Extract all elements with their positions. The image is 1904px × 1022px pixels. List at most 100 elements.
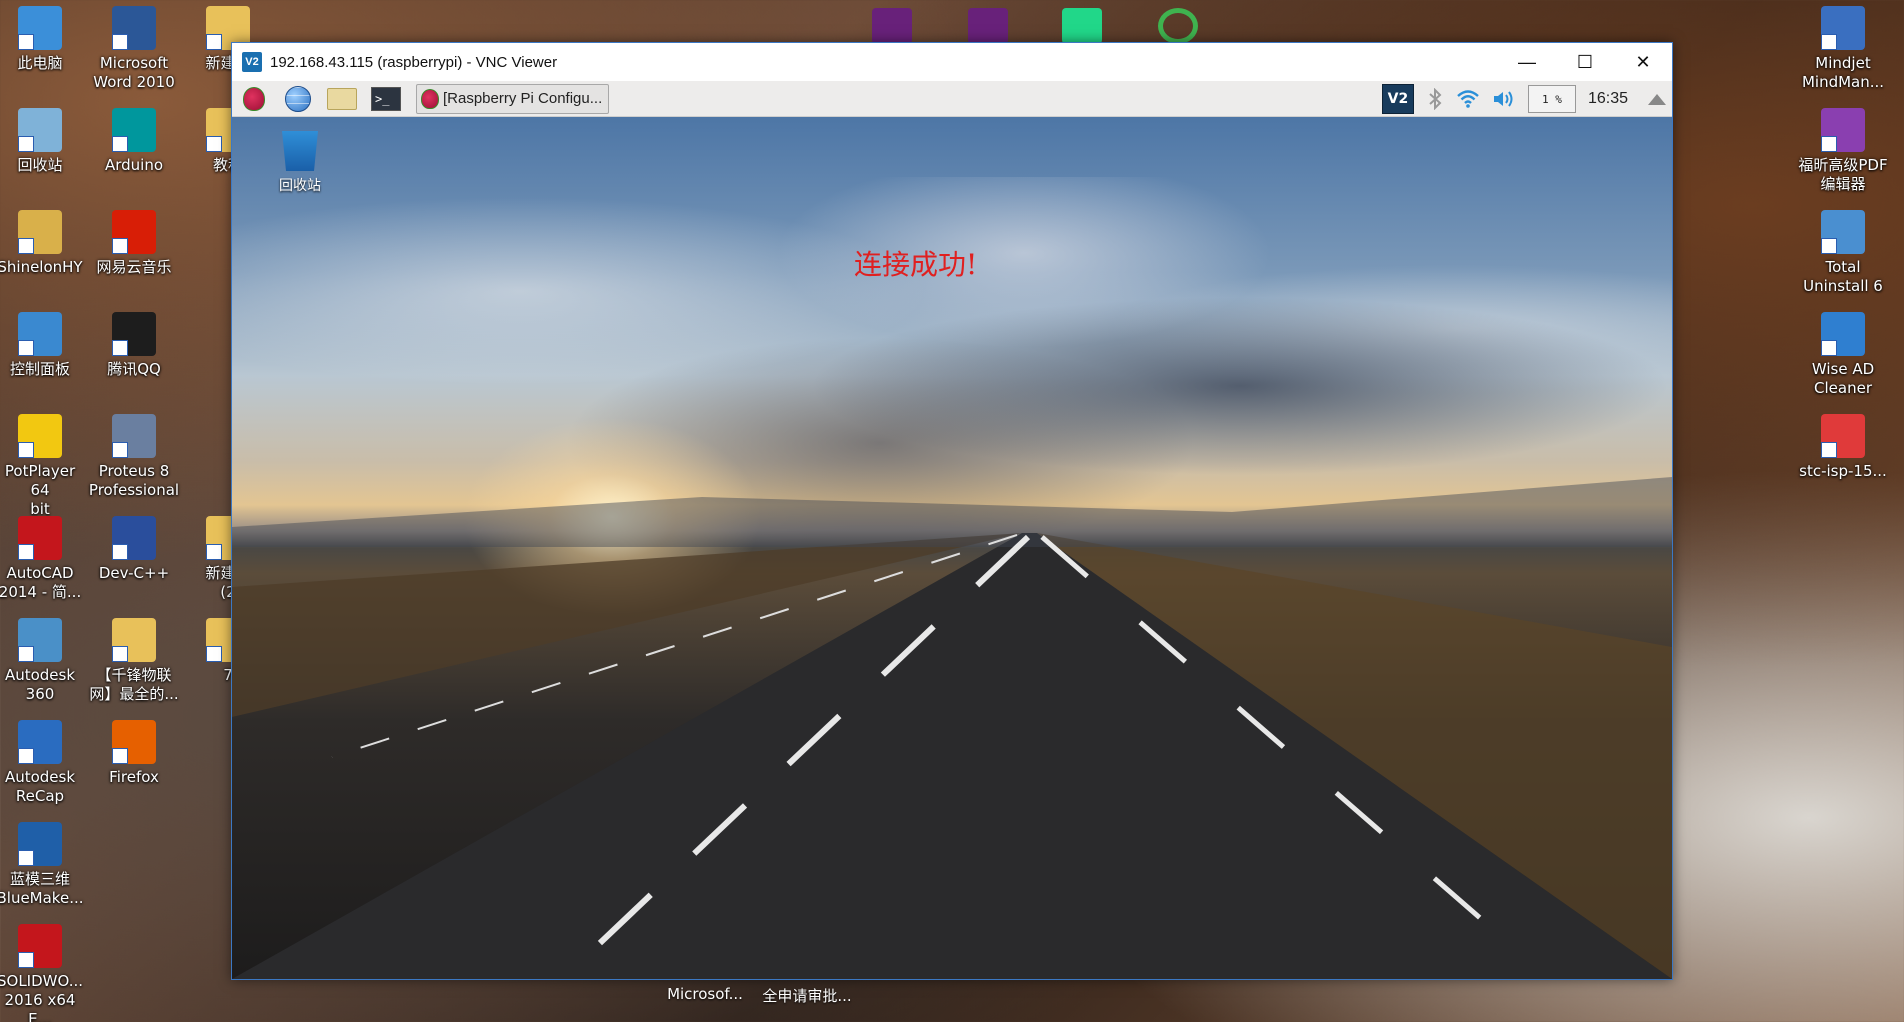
desktop-icon-label: 【千锋物联 网】最全的... [89,666,179,703]
green-ring-icon[interactable] [1158,8,1198,44]
desktop-icon-label: Microsoft Word 2010 [93,54,175,91]
desktop-icon-label: 此电脑 [17,54,63,72]
raspberry-pi-panel: >_ [Raspberry Pi Configu... V2 1 % 16:35 [232,81,1672,117]
desktop-icon-label: ShinelonHY [0,258,83,276]
desktop-icon-label[interactable]: 全申请审批... [752,985,862,1006]
desktop-icon-label: Arduino [104,156,164,174]
cpu-usage-monitor[interactable]: 1 % [1527,85,1576,113]
mindmanager-icon [1821,6,1865,50]
foxit-pdf-icon [1821,108,1865,152]
potplayer-icon [18,414,62,458]
desktop-icon[interactable]: Autodesk ReCap [0,720,86,806]
desktop-icon[interactable]: Microsoft Word 2010 [88,6,180,92]
eject-icon[interactable] [1648,93,1666,105]
desktop-icon-label: 腾讯QQ [107,360,161,378]
remote-desktop-view[interactable]: 回收站 连接成功! [232,117,1672,979]
autocad-icon [18,516,62,560]
recap-icon [18,720,62,764]
globe-icon [285,85,311,112]
desktop-icon[interactable]: 回收站 [0,108,86,175]
wise-ad-cleaner-icon [1821,312,1865,356]
trash-icon [282,131,318,171]
web-browser-button[interactable] [280,84,316,114]
desktop-icon[interactable]: Dev-C++ [88,516,180,583]
desktop-icon[interactable]: ShinelonHY [0,210,86,277]
visual-studio-icon[interactable] [968,8,1008,44]
desktop-icon[interactable]: Proteus 8 Professional [88,414,180,500]
desktop-icon[interactable]: 网易云音乐 [88,210,180,277]
pycharm-icon[interactable] [1062,8,1102,44]
desktop-icon[interactable]: Autodesk 360 [0,618,86,704]
volume-icon[interactable] [1492,89,1516,109]
desktop-icon-label: Wise AD Cleaner [1811,360,1875,397]
taskbar-window-label: [Raspberry Pi Configu... [443,90,603,107]
terminal-button[interactable]: >_ [368,84,404,114]
desktop-icon-label: stc-isp-15... [1799,462,1887,480]
window-titlebar[interactable]: V2 192.168.43.115 (raspberrypi) - VNC Vi… [232,43,1672,81]
desktop-icon-label: 网易云音乐 [96,258,172,276]
vnc-viewer-window: V2 192.168.43.115 (raspberrypi) - VNC Vi… [231,42,1673,980]
raspberry-icon [421,88,439,109]
visual-studio-blend-icon[interactable] [872,8,912,44]
wifi-icon[interactable] [1456,89,1480,109]
folder-icon [112,618,156,662]
desktop-icon-label: SOLIDWO... 2016 x64 E... [0,972,83,1022]
desktop-icon[interactable]: stc-isp-15... [1797,414,1889,481]
clock[interactable]: 16:35 [1588,90,1628,108]
desktop-icon-label: Dev-C++ [98,564,170,582]
folder-icon [327,87,357,110]
total-uninstall-icon [1821,210,1865,254]
autodesk360-icon [18,618,62,662]
desktop-icon-label: PotPlayer 64 bit [4,462,76,518]
netease-music-icon [112,210,156,254]
vnc-server-tray-icon[interactable]: V2 [1381,84,1414,114]
minimize-button[interactable]: — [1498,43,1556,81]
bluetooth-icon[interactable] [1426,88,1444,110]
desktop-icon[interactable]: 腾讯QQ [88,312,180,379]
close-button[interactable]: ✕ [1614,43,1672,81]
arduino-icon [112,108,156,152]
desktop-icon-label: Firefox [109,768,159,786]
raspberry-menu-button[interactable] [236,84,272,114]
word-icon [112,6,156,50]
desktop-icon[interactable]: PotPlayer 64 bit [0,414,86,519]
desktop-icon[interactable]: Mindjet MindMan... [1797,6,1889,92]
desktop-icon-label: AutoCAD 2014 - 简... [0,564,82,601]
desktop-icon-label: 福昕高级PDF 编辑器 [1798,156,1888,193]
remote-trash-icon-item[interactable]: 回收站 [270,131,330,195]
desktop-icon-label: Total Uninstall 6 [1803,258,1883,295]
desktop-icon-label[interactable]: Microsof... [660,985,750,1003]
devcpp-icon [112,516,156,560]
desktop-icon[interactable]: 【千锋物联 网】最全的... [88,618,180,704]
connection-success-text: 连接成功! [854,248,978,281]
file-manager-button[interactable] [324,84,360,114]
remote-trash-label: 回收站 [279,178,321,194]
desktop-icon[interactable]: Wise AD Cleaner [1797,312,1889,398]
firefox-icon [112,720,156,764]
desktop-icon[interactable]: Arduino [88,108,180,175]
recycle-bin-icon [18,108,62,152]
raspberry-icon [243,86,265,111]
desktop-icon-label: Proteus 8 Professional [88,462,180,499]
desktop-icon-label: 蓝模三维 BlueMake... [0,870,84,907]
desktop-icon-label: Autodesk 360 [4,666,76,703]
desktop-icon[interactable]: 福昕高级PDF 编辑器 [1797,108,1889,194]
desktop-icon[interactable]: Total Uninstall 6 [1797,210,1889,296]
terminal-icon: >_ [371,86,401,111]
vnc-logo-icon: V2 [242,52,262,72]
desktop-icon[interactable]: 控制面板 [0,312,86,379]
desktop-icon[interactable]: Firefox [88,720,180,787]
desktop-icon[interactable]: 蓝模三维 BlueMake... [0,822,86,908]
desktop-icon[interactable]: AutoCAD 2014 - 简... [0,516,86,602]
taskbar-window-button[interactable]: [Raspberry Pi Configu... [416,83,610,114]
desktop-icon-label: 回收站 [17,156,63,174]
user-folder-icon [18,210,62,254]
desktop-icon-label: 控制面板 [9,360,70,378]
desktop-icon[interactable]: SOLIDWO... 2016 x64 E... [0,924,86,1022]
desktop-icon[interactable]: 此电脑 [0,6,86,73]
desktop-icon-label: Mindjet MindMan... [1801,54,1885,91]
system-tray: V2 1 % 16:35 [1370,81,1666,117]
window-title: 192.168.43.115 (raspberrypi) - VNC Viewe… [270,53,558,71]
bluemake-icon [18,822,62,866]
maximize-button[interactable]: ☐ [1556,43,1614,81]
